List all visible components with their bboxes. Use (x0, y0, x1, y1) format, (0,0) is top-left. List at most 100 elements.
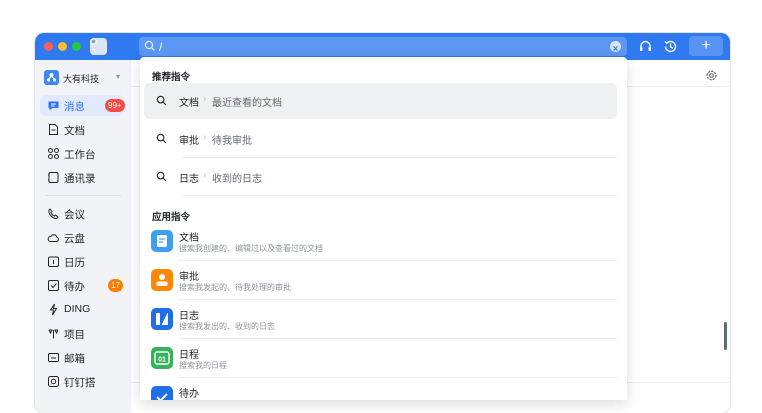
meeting-icon (48, 208, 59, 220)
clear-icon (613, 46, 618, 51)
search-bar[interactable] (139, 37, 627, 56)
sidebar-item-label: 工作台 (64, 149, 96, 161)
sidebar-item-label: 消息 (64, 101, 85, 113)
app-command-log[interactable]: 日志 搜索我发出的、收到的日志 (144, 300, 617, 339)
sidebar-item-project[interactable]: 项目 (40, 323, 124, 344)
add-button[interactable]: + (689, 36, 723, 56)
app-command-title: 日程 (179, 350, 199, 361)
contacts-icon (48, 172, 59, 183)
app-command-title: 审批 (179, 272, 199, 283)
sidebar-item-label: 云盘 (64, 233, 85, 245)
mail-icon (48, 353, 59, 362)
sidebar-item-label: 日历 (64, 257, 85, 269)
app-command-docs[interactable]: 文档 搜索我创建的、编辑过以及查看过的文档 (144, 222, 617, 261)
sidebar-item-label: 项目 (64, 329, 85, 341)
cloud-drive-icon (47, 234, 59, 242)
apps-section-title: 应用指令 (152, 212, 191, 223)
history-icon (664, 40, 677, 53)
app-command-todo[interactable]: 待办 (144, 378, 617, 400)
sidebar-item-docs[interactable]: 文档 (40, 119, 124, 140)
search-icon (156, 95, 167, 106)
sidebar-item-cloud-drive[interactable]: 云盘 (40, 227, 124, 248)
recommended-command-approval[interactable]: 审批 › 待我审批 (144, 121, 617, 158)
app-command-schedule[interactable]: 01 日程 搜索我的日程 (144, 339, 617, 378)
zoom-window-button[interactable] (72, 42, 81, 51)
sidebar-item-label: 会议 (64, 209, 85, 221)
app-command-title: 待办 (179, 389, 199, 400)
org-logo-icon (44, 70, 59, 85)
search-input[interactable] (159, 37, 589, 56)
log-app-icon (151, 308, 173, 330)
search-icon (156, 133, 167, 144)
project-icon (48, 329, 59, 339)
headset-button[interactable] (636, 37, 655, 56)
app-command-description: 搜索我的日程 (179, 361, 227, 370)
command-name: 文档 (179, 98, 199, 109)
sidebar-item-workbench[interactable]: 工作台 (40, 143, 124, 164)
ding-icon (49, 303, 58, 316)
sidebar-item-dingda[interactable]: 钉钉搭 (40, 371, 124, 392)
online-status-icon (90, 38, 107, 55)
todo-count-badge: 17 (108, 279, 123, 292)
headset-icon (640, 40, 651, 51)
approval-app-icon (151, 269, 173, 291)
sidebar-item-todo[interactable]: 待办 17 (40, 275, 124, 296)
app-command-description: 搜索我发起的、待我处理的审批 (179, 283, 291, 292)
message-icon (48, 101, 59, 111)
org-switcher[interactable]: 大有科技 ▾ (44, 69, 124, 87)
doc-app-icon (151, 230, 173, 252)
sidebar-item-label: DING (64, 303, 91, 315)
sidebar-item-label: 文档 (64, 125, 85, 137)
history-button[interactable] (661, 37, 680, 56)
command-target: 最近查看的文档 (212, 98, 282, 109)
sidebar-item-label: 邮箱 (64, 353, 85, 365)
org-name: 大有科技 (63, 74, 100, 84)
chevron-down-icon: ▾ (116, 72, 121, 81)
document-icon (49, 124, 58, 135)
sidebar-item-mail[interactable]: 邮箱 (40, 347, 124, 368)
sidebar-item-messages[interactable]: 消息 99+ (40, 95, 125, 116)
title-bar: + (35, 33, 730, 60)
sidebar-item-ding[interactable]: DING (40, 299, 124, 320)
gear-icon[interactable] (705, 69, 718, 82)
app-command-title: 文档 (179, 233, 199, 244)
clear-search-button[interactable] (610, 41, 621, 52)
sidebar-item-label: 通讯录 (64, 173, 96, 185)
sidebar-item-calendar[interactable]: 日历 (40, 251, 124, 272)
todo-app-icon (151, 386, 173, 400)
sidebar-item-label: 钉钉搭 (64, 377, 96, 389)
sidebar-item-contacts[interactable]: 通讯录 (40, 167, 124, 188)
svg-text:01: 01 (158, 357, 166, 364)
chevron-right-icon: › (203, 170, 207, 181)
command-target: 收到的日志 (212, 174, 262, 185)
unread-badge: 99+ (105, 99, 125, 112)
sidebar-item-label: 待办 (64, 281, 85, 293)
dingda-icon (48, 376, 59, 387)
app-command-description: 搜索我创建的、编辑过以及查看过的文档 (179, 244, 323, 253)
recommended-section-title: 推荐指令 (152, 72, 191, 83)
command-name: 审批 (179, 136, 199, 147)
row-divider (182, 157, 617, 158)
chevron-right-icon: › (203, 132, 207, 143)
command-palette: 推荐指令 文档 › 最近查看的文档 审批 › 待我审批 日志 › 收到的日志 应… (140, 57, 627, 400)
todo-icon (48, 280, 59, 291)
app-command-title: 日志 (179, 311, 199, 322)
recommended-command-log[interactable]: 日志 › 收到的日志 (144, 159, 617, 196)
recommended-command-docs[interactable]: 文档 › 最近查看的文档 (144, 83, 617, 119)
command-name: 日志 (179, 174, 199, 185)
minimize-window-button[interactable] (58, 42, 67, 51)
calendar-icon (48, 256, 59, 267)
sidebar-item-meeting[interactable]: 会议 (40, 203, 124, 224)
sidebar-divider (45, 195, 121, 196)
close-window-button[interactable] (44, 42, 53, 51)
app-command-approval[interactable]: 审批 搜索我发起的、待我处理的审批 (144, 261, 617, 300)
workbench-icon (48, 148, 59, 159)
command-target: 待我审批 (212, 136, 252, 147)
row-divider (182, 195, 617, 196)
scrollbar-thumb[interactable] (724, 322, 727, 350)
sidebar: 大有科技 ▾ 消息 99+ 文档 工作台 通讯录 会议 云盘 日历 待办 17 … (35, 60, 131, 413)
schedule-app-icon: 01 (151, 347, 173, 369)
chevron-right-icon: › (203, 94, 207, 105)
app-command-description: 搜索我发出的、收到的日志 (179, 322, 275, 331)
search-icon (144, 40, 155, 51)
